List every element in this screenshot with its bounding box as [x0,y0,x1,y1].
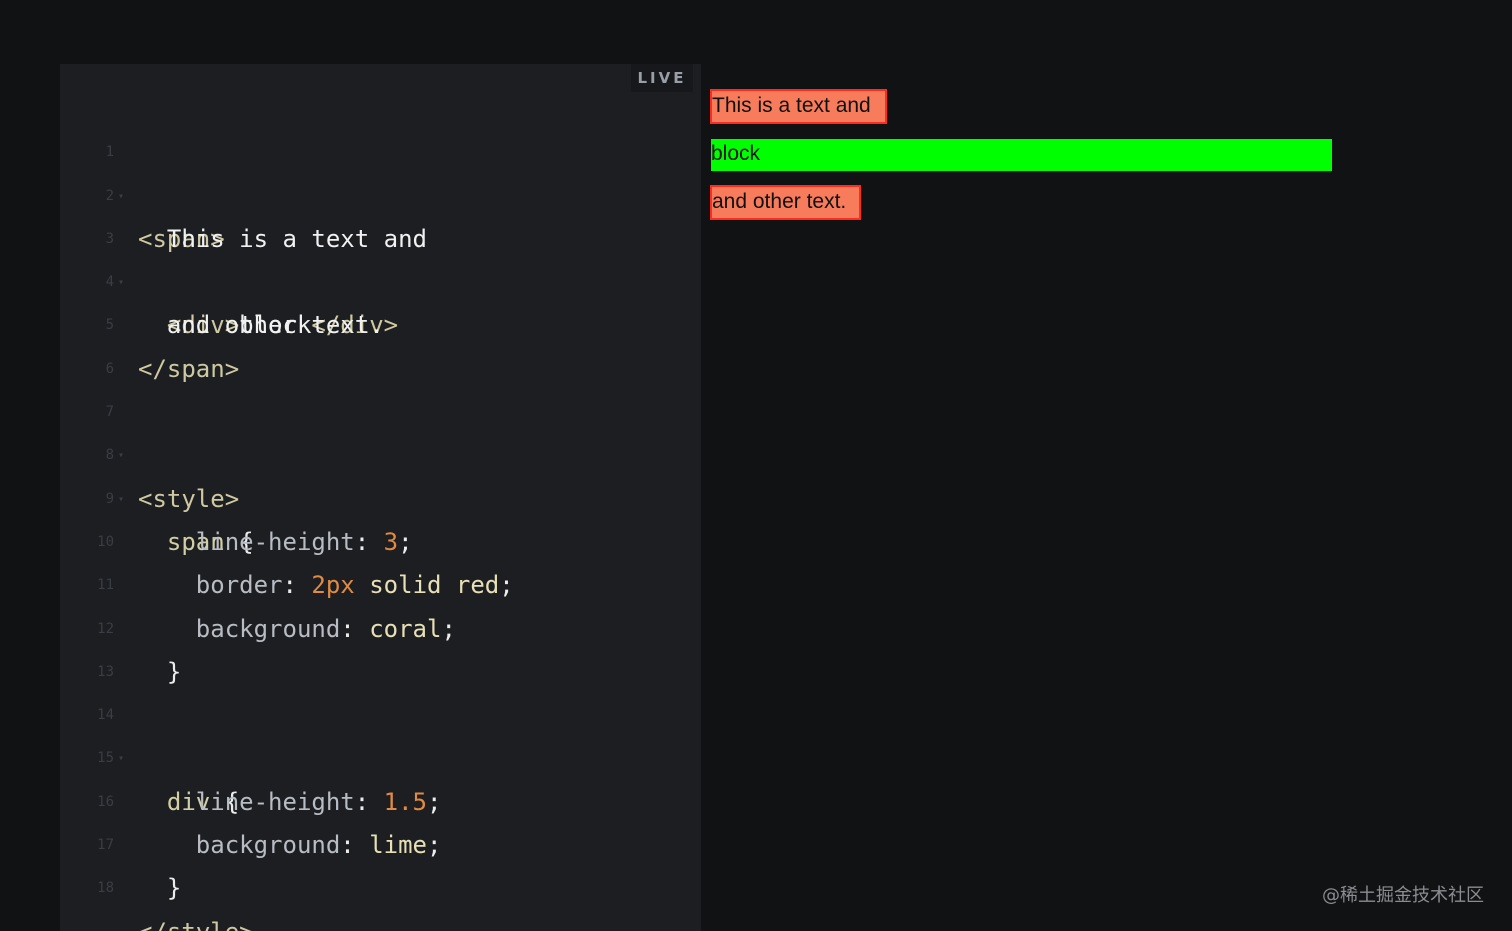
code-line[interactable]: 16 background: lime; [60,737,701,859]
code-line[interactable]: 17 } [60,781,701,902]
code-line[interactable]: 6 [60,304,701,377]
code-line[interactable]: 5 </span> [60,261,701,382]
preview-div-text: block [711,142,761,165]
preview-span-text: and other text. [712,190,847,213]
code-line[interactable]: 2 This is a text and [60,131,701,253]
code-brace: } [166,874,182,903]
line-number: 18 [97,880,114,897]
code-line[interactable]: 12 } [60,564,701,686]
code-line[interactable]: 4 and other text. [60,218,701,339]
code-line[interactable]: 15 line-height: 1.5; [60,694,701,815]
code-line[interactable]: 18 </style> [60,824,701,931]
code-line[interactable]: 11 background: coral; [60,521,701,642]
code-line[interactable]: 8 ▾ span { [60,391,701,556]
code-line[interactable]: 9 line-height: 3; [60,434,701,556]
code-line[interactable]: 10 border: 2px solid red; [60,478,701,599]
code-line[interactable]: 7 ▾ <style> [60,348,701,513]
preview-span-first-line: This is a text and [710,89,887,124]
code-line[interactable]: 1 ▾ <span> [60,88,701,253]
preview-span-last-line: and other text. [710,185,861,220]
code-line[interactable]: 3 ▾ <div>block</div> [60,175,701,340]
preview-div-block: block [711,139,1332,171]
code-lines[interactable]: 1 ▾ <span> 2 This is a text and 3 ▾ <div… [60,88,701,931]
preview-span-text: This is a text and [712,94,871,117]
style-close-tag: </style> [138,918,254,931]
watermark: @稀土掘金技术社区 [1322,885,1484,906]
code-line[interactable]: 14 ▾ div { [60,651,701,816]
code-line[interactable]: 13 [60,608,701,680]
